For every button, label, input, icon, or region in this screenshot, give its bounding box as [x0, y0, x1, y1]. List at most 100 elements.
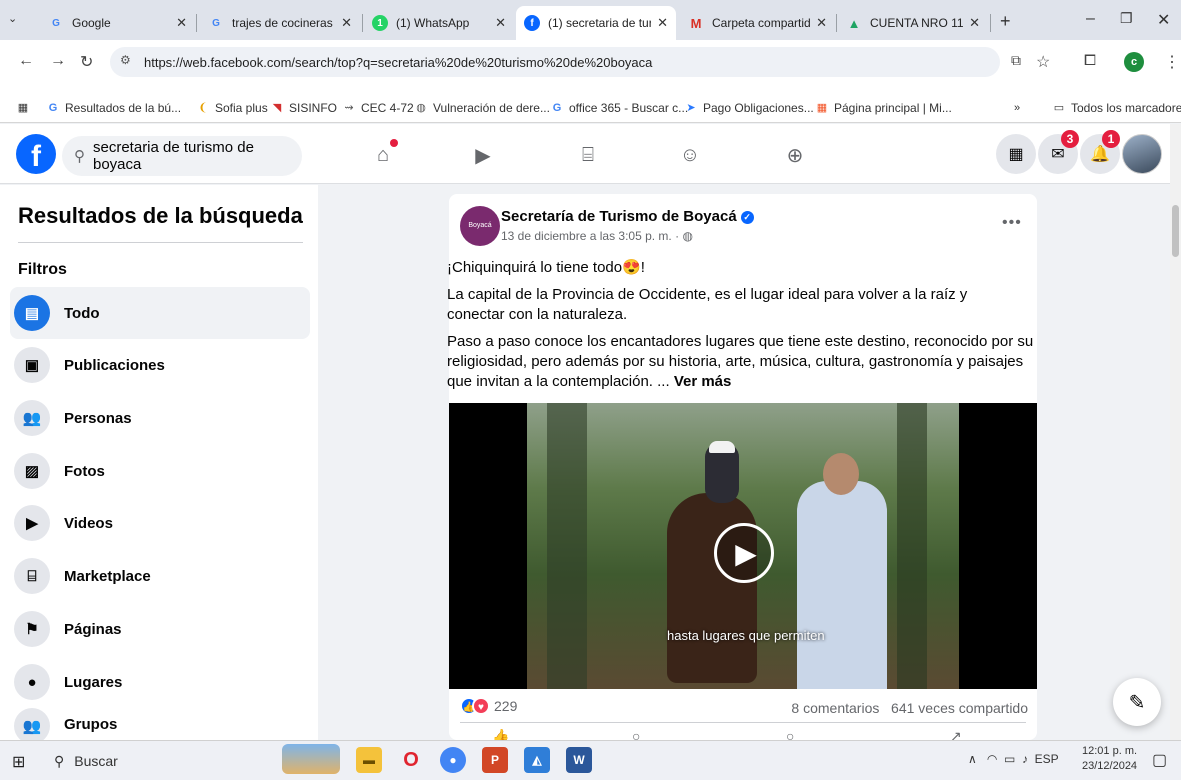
filters-heading: Filtros — [18, 261, 67, 278]
windows-start-icon[interactable]: ⊞ — [12, 752, 25, 772]
url-text: https://web.facebook.com/search/top?q=se… — [144, 54, 653, 70]
wifi-icon[interactable]: ◠ — [987, 752, 997, 766]
account-avatar[interactable] — [1122, 134, 1162, 174]
minimize-icon[interactable]: – — [1086, 10, 1095, 28]
tab-drive[interactable]: ▲ CUENTA NRO 11 - G ✕ — [838, 6, 988, 40]
more-bookmarks-icon[interactable]: » — [1010, 101, 1029, 115]
sidebar-divider — [18, 242, 303, 243]
forward-icon[interactable]: → — [50, 52, 66, 70]
new-tab-icon[interactable]: + — [1000, 11, 1011, 32]
tab-search-dropdown-icon[interactable]: ⌄ — [8, 12, 17, 25]
bookmark-pago[interactable]: ➤ Pago Obligaciones... — [684, 101, 813, 115]
install-app-icon[interactable]: ⧉ — [1011, 52, 1021, 69]
post-date[interactable]: 13 de diciembre a las 3:05 p. m. · ◍ — [501, 229, 693, 243]
scrollbar-thumb[interactable] — [1172, 205, 1179, 257]
language-indicator[interactable]: ESP — [1035, 752, 1059, 766]
apps-grid-icon[interactable]: ▦ — [16, 101, 35, 115]
battery-icon[interactable]: ▭ — [1004, 752, 1015, 766]
volume-icon[interactable]: ♪ — [1022, 752, 1028, 766]
shares-count[interactable]: 641 veces compartido — [891, 700, 1028, 716]
powerpoint-icon[interactable]: P — [482, 747, 508, 773]
bookmark-pagina-principal[interactable]: ▦ Página principal | Mi... — [815, 101, 952, 115]
bookmark-sofia-plus[interactable]: ❨ Sofia plus — [196, 101, 267, 115]
more-options-icon[interactable]: ••• — [1002, 214, 1022, 232]
opera-icon[interactable]: O — [398, 747, 424, 773]
filter-fotos[interactable]: ▨ Fotos — [10, 445, 310, 497]
filter-publicaciones[interactable]: ▣ Publicaciones — [10, 339, 310, 391]
search-icon: ⚲ — [54, 752, 65, 769]
taskbar-clock[interactable]: 12:01 p. m. 23/12/2024 — [1082, 744, 1137, 774]
word-icon[interactable]: W — [566, 747, 592, 773]
groups-nav-icon[interactable]: ☺ — [677, 142, 703, 168]
bookmark-resultados[interactable]: G Resultados de la bú... — [46, 101, 181, 115]
chevron-up-icon[interactable]: ∧ — [968, 752, 977, 766]
profile-avatar[interactable]: c — [1124, 52, 1144, 72]
marketplace-icon[interactable]: ⌸ — [575, 142, 601, 168]
filter-personas[interactable]: 👥 Personas — [10, 392, 310, 444]
horse-shape — [667, 493, 757, 683]
new-message-icon[interactable]: ✎ — [1113, 678, 1161, 726]
tree-trunk-shape — [547, 403, 587, 689]
home-dot-badge — [390, 139, 398, 147]
heart-eyes-emoji: 😍! — [622, 259, 645, 276]
photos-icon[interactable]: ◭ — [524, 747, 550, 773]
gaming-icon[interactable]: ⊕ — [782, 142, 808, 168]
search-highlight-icon[interactable] — [282, 744, 340, 774]
post-video[interactable]: ▶ hasta lugares que permiten — [449, 403, 1037, 689]
tab-whatsapp[interactable]: 1 (1) WhatsApp ✕ — [364, 6, 514, 40]
video-nav-icon[interactable]: ▶ — [470, 142, 496, 168]
video-icon: ▶ — [14, 505, 50, 541]
tab-gmail[interactable]: M Carpeta compartida ✕ — [680, 6, 835, 40]
all-bookmarks[interactable]: ▭ Todos los marcadores — [1052, 101, 1181, 115]
messenger-badge: 3 — [1061, 130, 1079, 148]
restore-icon[interactable]: ❐ — [1120, 10, 1133, 27]
bookmark-cec[interactable]: ⇝ CEC 4-72 — [342, 101, 413, 115]
close-icon[interactable]: ✕ — [969, 15, 980, 31]
reload-icon[interactable]: ↻ — [80, 52, 93, 72]
close-icon[interactable]: ✕ — [176, 15, 187, 31]
people-icon: 👥 — [14, 400, 50, 436]
taskbar-search[interactable]: ⚲ Buscar — [44, 747, 266, 775]
see-more-link[interactable]: Ver más — [674, 373, 732, 390]
bookmark-vulneracion[interactable]: ◍ Vulneración de dere... — [414, 101, 550, 115]
tab-google[interactable]: G Google ✕ — [40, 6, 195, 40]
page-avatar[interactable]: Boyacá — [460, 206, 500, 246]
filter-videos[interactable]: ▶ Videos — [10, 497, 310, 549]
tab-separator — [196, 14, 197, 32]
post-paragraph-1: La capital de la Provincia de Occidente,… — [447, 286, 968, 323]
comments-count[interactable]: 8 comentarios — [791, 700, 879, 716]
filter-marketplace[interactable]: ⌸ Marketplace — [10, 550, 310, 602]
cap-shape — [709, 441, 735, 453]
url-bar[interactable]: ⚙ https://web.facebook.com/search/top?q=… — [110, 47, 1000, 77]
tab-facebook-active[interactable]: f (1) secretaria de turis ✕ — [516, 6, 676, 40]
filter-grupos[interactable]: 👥 Grupos — [10, 706, 310, 740]
back-icon[interactable]: ← — [18, 52, 34, 70]
window-close-icon[interactable]: ✕ — [1157, 10, 1170, 30]
bookmark-star-icon[interactable]: ☆ — [1036, 52, 1050, 72]
bookmark-sisinfo[interactable]: ◥ SISINFO — [270, 101, 337, 115]
facebook-logo[interactable]: f — [16, 134, 56, 174]
close-icon[interactable]: ✕ — [816, 15, 827, 31]
menu-dots-icon[interactable]: ⋮ — [1164, 52, 1180, 72]
reactions-summary[interactable]: 👍 ♥ 229 — [460, 697, 517, 715]
chrome-icon[interactable]: ● — [440, 747, 466, 773]
close-icon[interactable]: ✕ — [495, 15, 506, 31]
extensions-icon[interactable]: ⧠ — [1084, 52, 1096, 69]
close-icon[interactable]: ✕ — [657, 15, 668, 31]
close-icon[interactable]: ✕ — [341, 15, 352, 31]
sofia-icon: ❨ — [198, 102, 208, 114]
tab-trajes[interactable]: G trajes de cocineras tra ✕ — [200, 6, 360, 40]
filter-todo[interactable]: ▤ Todo — [10, 287, 310, 339]
post-icon: ▣ — [14, 347, 50, 383]
page-name-link[interactable]: Secretaría de Turismo de Boyacá ✓ — [501, 208, 754, 225]
play-icon[interactable]: ▶ — [714, 523, 774, 583]
site-info-icon[interactable]: ⚙ — [120, 53, 131, 67]
menu-grid-icon[interactable]: ▦ — [996, 134, 1036, 174]
file-explorer-icon[interactable]: ▬ — [356, 747, 382, 773]
search-input[interactable]: ⚲ secretaria de turismo de boyaca — [62, 136, 302, 176]
bookmark-office[interactable]: Goffice 365 - Buscar c... — [550, 101, 688, 115]
filter-lugares[interactable]: ● Lugares — [10, 656, 310, 708]
notification-center-icon[interactable]: ▢ — [1152, 750, 1167, 770]
store-icon: ⌸ — [14, 558, 50, 594]
filter-paginas[interactable]: ⚑ Páginas — [10, 603, 310, 655]
